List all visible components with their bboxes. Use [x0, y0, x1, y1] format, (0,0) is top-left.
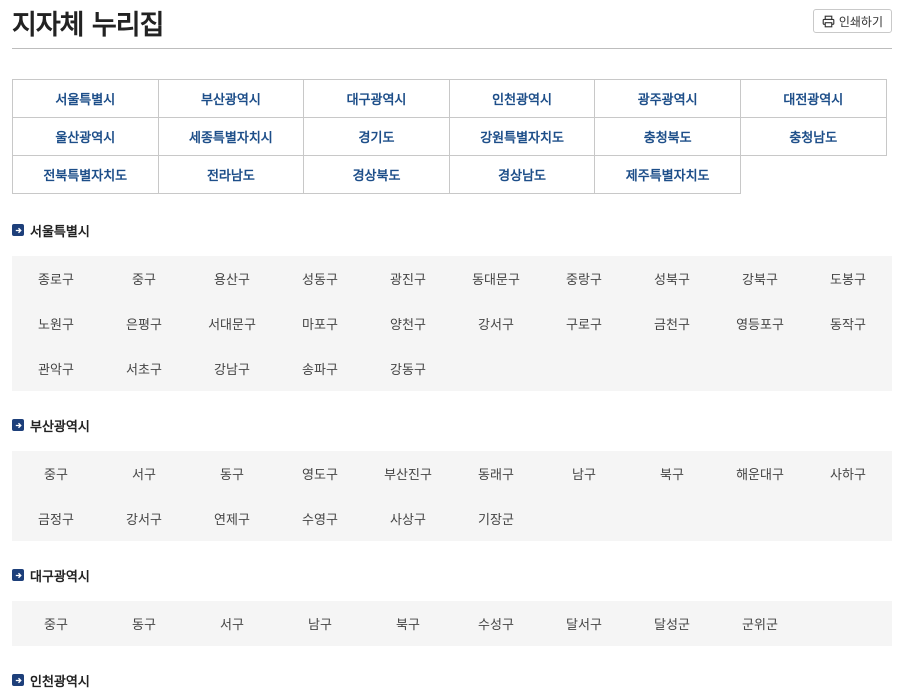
- district-link[interactable]: 동래구: [452, 451, 540, 496]
- district-link[interactable]: 북구: [628, 451, 716, 496]
- district-link[interactable]: 부산진구: [364, 451, 452, 496]
- district-link[interactable]: 성동구: [276, 256, 364, 301]
- district-link[interactable]: 남구: [276, 601, 364, 646]
- region-link[interactable]: 경상남도: [448, 155, 596, 194]
- district-link[interactable]: 도봉구: [804, 256, 892, 301]
- page-title: 지자체 누리집: [12, 10, 164, 41]
- section-heading: 인천광역시: [12, 670, 892, 690]
- region-row: 울산광역시 세종특별자치시 경기도 강원특별자치도 충청북도 충청남도: [12, 117, 892, 156]
- district-link[interactable]: 사상구: [364, 496, 452, 541]
- district-link[interactable]: 수성구: [452, 601, 540, 646]
- printer-icon: [822, 15, 835, 27]
- region-link[interactable]: 부산광역시: [157, 79, 305, 118]
- district-link[interactable]: 강동구: [364, 346, 452, 391]
- district-list: 종로구 중구 용산구 성동구 광진구 동대문구 중랑구 성북구 강북구 도봉구노원구 은평구 서대문구…: [12, 256, 892, 391]
- region-link[interactable]: 충청남도: [739, 117, 887, 156]
- district-link[interactable]: 동작구: [804, 301, 892, 346]
- region-link[interactable]: 경상북도: [303, 155, 450, 194]
- district-link[interactable]: 성북구: [628, 256, 716, 301]
- district-link[interactable]: 금천구: [628, 301, 716, 346]
- section-heading: 부산광역시: [12, 415, 892, 435]
- district-link[interactable]: 서구: [100, 451, 188, 496]
- arrow-right-icon: [12, 419, 24, 431]
- region-link[interactable]: 대구광역시: [303, 79, 450, 118]
- region-section: 서울특별시종로구 중구 용산구 성동구 광진구 동대문구 중랑구 성북구 강북구 도봉구노원구 은평…: [12, 220, 892, 391]
- region-link[interactable]: 전라남도: [157, 155, 305, 194]
- arrow-right-icon: [12, 224, 24, 236]
- district-link[interactable]: 관악구: [12, 346, 100, 391]
- section-title: 대구광역시: [30, 569, 90, 585]
- district-link[interactable]: 수영구: [276, 496, 364, 541]
- district-link[interactable]: 서구: [188, 601, 276, 646]
- region-link[interactable]: 제주특별자치도: [594, 155, 741, 194]
- region-section: 대구광역시중구 동구 서구 남구 북구 수성구 달서구 달성군 군위군: [12, 565, 892, 646]
- district-link[interactable]: 종로구: [12, 256, 100, 301]
- district-link[interactable]: 달성군: [628, 601, 716, 646]
- district-link[interactable]: 광진구: [364, 256, 452, 301]
- district-link[interactable]: 기장군: [452, 496, 540, 541]
- district-link[interactable]: 강서구: [100, 496, 188, 541]
- region-link[interactable]: 세종특별자치시: [157, 117, 305, 156]
- region-link[interactable]: 대전광역시: [739, 79, 887, 118]
- section-title: 서울특별시: [30, 224, 90, 240]
- district-link[interactable]: 서초구: [100, 346, 188, 391]
- region-link[interactable]: 서울특별시: [12, 79, 159, 118]
- district-link[interactable]: 강북구: [716, 256, 804, 301]
- section-title: 부산광역시: [30, 419, 90, 435]
- district-link[interactable]: 영도구: [276, 451, 364, 496]
- district-link[interactable]: 양천구: [364, 301, 452, 346]
- region-link[interactable]: 경기도: [303, 117, 450, 156]
- district-list: 중구 서구 동구 영도구 부산진구 동래구 남구 북구 해운대구 사하구금정구 강서구 연제구 수영구 사…: [12, 451, 892, 541]
- district-link[interactable]: 북구: [364, 601, 452, 646]
- arrow-right-icon: [12, 569, 24, 581]
- district-link[interactable]: 연제구: [188, 496, 276, 541]
- district-link[interactable]: 동구: [188, 451, 276, 496]
- region-link[interactable]: 전북특별자치도: [12, 155, 159, 194]
- region-section: 부산광역시중구 서구 동구 영도구 부산진구 동래구 남구 북구 해운대구 사하구금정구 강서구 연제…: [12, 415, 892, 541]
- section-title: 인천광역시: [30, 674, 90, 690]
- district-link[interactable]: 영등포구: [716, 301, 804, 346]
- region-section: 인천광역시: [12, 670, 892, 690]
- region-row: 서울특별시 부산광역시 대구광역시 인천광역시 광주광역시 대전광역시: [12, 79, 892, 118]
- district-link[interactable]: 중랑구: [540, 256, 628, 301]
- district-link[interactable]: 금정구: [12, 496, 100, 541]
- region-link[interactable]: 충청북도: [594, 117, 741, 156]
- region-link[interactable]: 인천광역시: [448, 79, 596, 118]
- page-header: 지자체 누리집 인쇄하기: [12, 0, 892, 49]
- print-button-label: 인쇄하기: [838, 14, 883, 29]
- district-link[interactable]: 군위군: [716, 601, 804, 646]
- region-link[interactable]: 광주광역시: [594, 79, 741, 118]
- district-link[interactable]: 노원구: [12, 301, 100, 346]
- arrow-right-icon: [12, 674, 24, 686]
- region-row: 전북특별자치도 전라남도 경상북도 경상남도 제주특별자치도: [12, 155, 892, 194]
- region-tab-grid: 서울특별시 부산광역시 대구광역시 인천광역시 광주광역시 대전광역시 울산광역시 세종특별자…: [12, 79, 892, 194]
- district-list: 중구 동구 서구 남구 북구 수성구 달서구 달성군 군위군: [12, 601, 892, 646]
- print-button[interactable]: 인쇄하기: [812, 9, 892, 33]
- district-link[interactable]: 은평구: [100, 301, 188, 346]
- district-link[interactable]: 구로구: [540, 301, 628, 346]
- district-link[interactable]: 달서구: [540, 601, 628, 646]
- district-link[interactable]: 남구: [540, 451, 628, 496]
- page: 지자체 누리집 인쇄하기 서울특별시 부산광역시 대구광역시 인천광역시 광주광역시 대전…: [0, 0, 897, 691]
- section-heading: 대구광역시: [12, 565, 892, 585]
- district-link[interactable]: 마포구: [276, 301, 364, 346]
- district-link[interactable]: 강서구: [452, 301, 540, 346]
- district-link[interactable]: 중구: [100, 256, 188, 301]
- district-link[interactable]: 중구: [12, 451, 100, 496]
- district-link[interactable]: 서대문구: [188, 301, 276, 346]
- district-link[interactable]: 동구: [100, 601, 188, 646]
- section-heading: 서울특별시: [12, 220, 892, 240]
- district-link[interactable]: 사하구: [804, 451, 892, 496]
- district-link[interactable]: 용산구: [188, 256, 276, 301]
- district-link[interactable]: 동대문구: [452, 256, 540, 301]
- district-link[interactable]: 중구: [12, 601, 100, 646]
- district-link[interactable]: 강남구: [188, 346, 276, 391]
- district-link[interactable]: 송파구: [276, 346, 364, 391]
- district-link[interactable]: 해운대구: [716, 451, 804, 496]
- region-link[interactable]: 울산광역시: [12, 117, 159, 156]
- region-link[interactable]: 강원특별자치도: [448, 117, 596, 156]
